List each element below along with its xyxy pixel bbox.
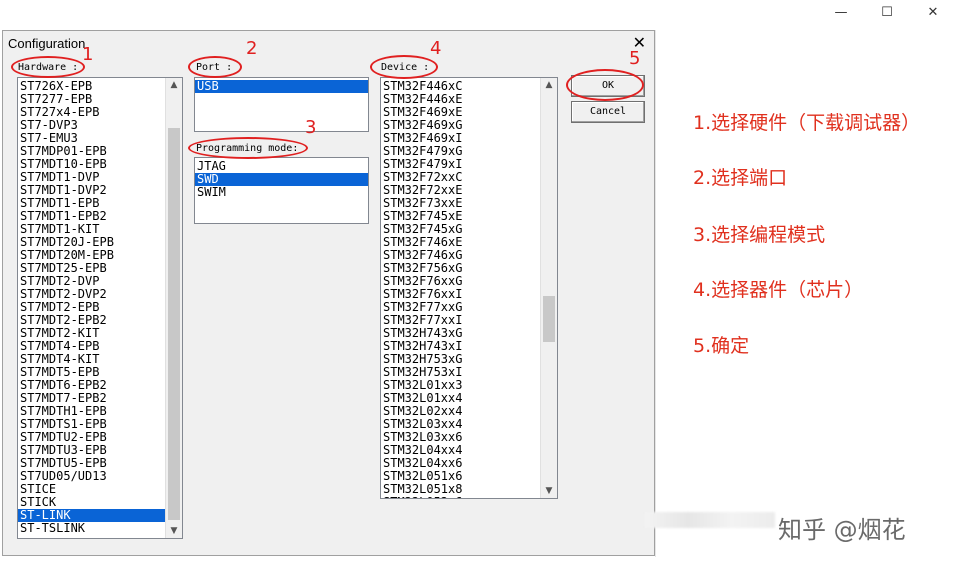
list-item[interactable]: JTAG <box>195 160 368 173</box>
marker-2: 2 <box>246 38 258 59</box>
device-list: STM32F446xC STM32F446xE STM32F469xE STM32F4… <box>381 80 557 499</box>
list-item[interactable]: USB <box>195 80 368 93</box>
dialog-title: Configuration <box>8 36 86 51</box>
scroll-up-icon[interactable]: ▲ <box>541 78 557 92</box>
list-item[interactable]: STM32L052x6 <box>381 496 557 499</box>
annotation-3: 3.选择编程模式 <box>693 224 826 246</box>
scroll-thumb[interactable] <box>168 128 180 520</box>
device-scrollbar[interactable]: ▲ ▼ <box>540 78 557 498</box>
list-item[interactable]: ST-TSLINK <box>18 522 182 535</box>
device-listbox[interactable]: STM32F446xC STM32F446xE STM32F469xE STM32F4… <box>380 77 558 499</box>
marker-3: 3 <box>305 117 317 138</box>
marker-1: 1 <box>82 44 94 65</box>
programming-mode-list: JTAG SWD SWIM <box>195 160 368 199</box>
hardware-scrollbar[interactable]: ▲ ▼ <box>165 78 182 538</box>
window-controls: — ☐ ✕ <box>818 0 956 24</box>
annotation-5: 5.确定 <box>693 335 750 357</box>
watermark: 知乎 @烟花 <box>778 516 906 544</box>
programming-mode-highlight <box>188 137 308 159</box>
hardware-list: ST726X-EPB ST7277-EPB ST727x4-EPB ST7-DVP3 S… <box>18 80 182 535</box>
device-highlight <box>370 55 438 79</box>
port-list: USB <box>195 80 368 93</box>
close-icon[interactable]: ✕ <box>910 0 956 24</box>
port-listbox[interactable]: USB <box>194 77 369 132</box>
annotation-2: 2.选择端口 <box>693 167 788 189</box>
maximize-icon[interactable]: ☐ <box>864 0 910 24</box>
ok-highlight <box>566 69 644 101</box>
configuration-dialog: Configuration ✕ Hardware : ST726X-EPB ST7… <box>2 30 655 556</box>
marker-5: 5 <box>629 48 641 69</box>
scroll-up-icon[interactable]: ▲ <box>166 78 182 92</box>
marker-4: 4 <box>430 38 442 59</box>
annotation-1: 1.选择硬件（下载调试器） <box>693 112 921 134</box>
port-highlight <box>188 56 242 78</box>
hardware-highlight <box>11 56 85 78</box>
scroll-down-icon[interactable]: ▼ <box>541 484 557 498</box>
minimize-icon[interactable]: — <box>818 0 864 24</box>
annotation-4: 4.选择器件（芯片） <box>693 279 864 301</box>
scroll-down-icon[interactable]: ▼ <box>166 524 182 538</box>
blurred-region <box>645 512 775 528</box>
programming-mode-listbox[interactable]: JTAG SWD SWIM <box>194 157 369 224</box>
hardware-listbox[interactable]: ST726X-EPB ST7277-EPB ST727x4-EPB ST7-DVP3 S… <box>17 77 183 539</box>
scroll-thumb[interactable] <box>543 296 555 342</box>
list-item[interactable]: SWIM <box>195 186 368 199</box>
cancel-button[interactable]: Cancel <box>571 101 645 123</box>
